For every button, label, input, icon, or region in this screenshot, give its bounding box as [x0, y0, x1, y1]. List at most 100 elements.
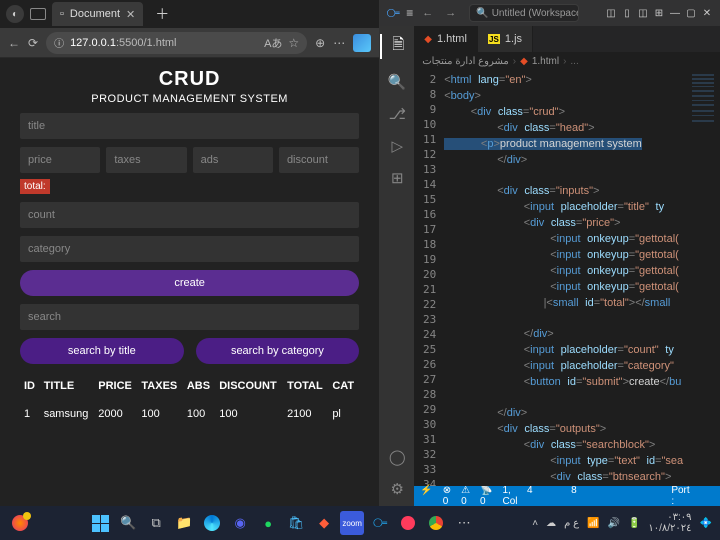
td: 100: [183, 398, 215, 430]
run-debug-icon[interactable]: ▷: [391, 137, 403, 155]
tab-js[interactable]: JS1.js: [478, 26, 533, 52]
remote-icon[interactable]: ⚡: [420, 485, 432, 507]
vscode-app-icon[interactable]: ⧃: [368, 511, 392, 535]
app-icon[interactable]: ◉: [228, 511, 252, 535]
source-control-icon[interactable]: ⎇: [389, 105, 406, 123]
tab-title: Document: [70, 8, 120, 20]
layout-bottom-icon[interactable]: ▯: [620, 6, 634, 20]
nav-back-icon[interactable]: ←: [419, 7, 436, 19]
taskbar-search-icon[interactable]: 🔍: [116, 511, 140, 535]
app-icon[interactable]: [396, 511, 420, 535]
app-icon[interactable]: ●: [256, 511, 280, 535]
th-cat: CAT: [328, 374, 359, 398]
tray-cloud-icon[interactable]: ☁: [546, 518, 556, 529]
js-icon: JS: [488, 34, 500, 44]
settings-icon[interactable]: ⚙: [391, 480, 404, 498]
start-button[interactable]: [88, 511, 112, 535]
td: samsung: [40, 398, 95, 430]
discount-input[interactable]: [279, 147, 359, 173]
price-input[interactable]: [20, 147, 100, 173]
status-errors[interactable]: ⊗ 0: [443, 485, 451, 507]
page-subtitle: PRODUCT MANAGEMENT SYSTEM: [20, 93, 359, 105]
td: pl: [328, 398, 359, 430]
nav-forward-icon[interactable]: →: [442, 7, 459, 19]
table-header-row: ID TITLE PRICE TAXES ABS DISCOUNT TOTAL …: [20, 374, 359, 398]
product-table: ID TITLE PRICE TAXES ABS DISCOUNT TOTAL …: [20, 374, 359, 430]
th-discount: DISCOUNT: [215, 374, 283, 398]
layout-right-icon[interactable]: ◫: [636, 6, 650, 20]
search-title-button[interactable]: search by title: [20, 338, 184, 364]
th-id: ID: [20, 374, 40, 398]
code-editor[interactable]: <html lang="en"> <body> <div class="crud…: [444, 70, 690, 486]
minimap[interactable]: [690, 70, 720, 486]
chrome-app-icon[interactable]: [424, 511, 448, 535]
browser-tab[interactable]: ▫ Document ✕: [52, 2, 143, 26]
line-gutter: 2891011121314151617181920212223242526272…: [414, 70, 444, 486]
status-warnings[interactable]: ⚠ 0: [461, 485, 470, 507]
count-input[interactable]: [20, 202, 359, 228]
td: 100: [215, 398, 283, 430]
menu-icon[interactable]: ⋯: [333, 36, 345, 50]
hamburger-icon[interactable]: ≡: [406, 6, 413, 20]
th-price: PRICE: [94, 374, 137, 398]
taxes-input[interactable]: [106, 147, 186, 173]
back-icon[interactable]: ←: [8, 36, 20, 50]
td: 100: [137, 398, 182, 430]
app-icon[interactable]: ◆: [312, 511, 336, 535]
maximize-icon[interactable]: ▢: [684, 6, 698, 20]
close-tab-icon[interactable]: ✕: [126, 8, 135, 21]
tray-clock[interactable]: ٠٣:٠٩١٠/٨/٢٠٢٤: [648, 512, 691, 534]
search-category-button[interactable]: search by category: [196, 338, 360, 364]
store-app-icon[interactable]: 🛍: [284, 511, 308, 535]
tray-volume-icon[interactable]: 🔊: [607, 518, 619, 529]
overflow-icon[interactable]: ⋯: [452, 511, 476, 535]
title-input[interactable]: [20, 113, 359, 139]
address-bar[interactable]: ⓘ 127.0.0.1:5500/1.html Aあ ☆: [46, 32, 307, 54]
th-taxes: TAXES: [137, 374, 182, 398]
reader-icon[interactable]: Aあ: [264, 35, 282, 51]
create-button[interactable]: create: [20, 270, 359, 296]
copilot-icon[interactable]: [353, 34, 371, 52]
close-icon[interactable]: ✕: [700, 6, 714, 20]
status-radio[interactable]: 📡 0: [480, 485, 492, 507]
tab-html[interactable]: ◆1.html: [414, 26, 478, 52]
explorer-app-icon[interactable]: 📁: [172, 511, 196, 535]
ads-input[interactable]: [193, 147, 273, 173]
tabs-icon[interactable]: [30, 8, 46, 20]
tray-chevron-icon[interactable]: ˄: [532, 518, 538, 529]
profile-icon[interactable]: ◐: [6, 5, 24, 23]
tray-battery-icon[interactable]: 🔋: [628, 518, 640, 529]
explorer-icon[interactable]: 🗎: [380, 34, 414, 59]
tray-wifi-icon[interactable]: 📶: [587, 518, 599, 529]
new-tab-button[interactable]: ＋: [149, 4, 175, 24]
category-input[interactable]: [20, 236, 359, 262]
command-center[interactable]: 🔍Untitled (Workspace: [469, 4, 579, 22]
page-content: CRUD PRODUCT MANAGEMENT SYSTEM total: cr…: [0, 58, 379, 506]
favorite-icon[interactable]: ☆: [288, 36, 299, 50]
td: 1: [20, 398, 40, 430]
html-icon: ◆: [424, 34, 432, 45]
page-title: CRUD: [20, 68, 359, 91]
search-icon[interactable]: 🔍: [388, 73, 407, 91]
site-info-icon[interactable]: ⓘ: [54, 35, 64, 50]
layout-left-icon[interactable]: ◫: [604, 6, 618, 20]
layout-grid-icon[interactable]: ⊞: [652, 6, 666, 20]
tray-lang[interactable]: ع م‎: [564, 518, 579, 529]
th-abs: ABS: [183, 374, 215, 398]
extensions-icon[interactable]: ⊞: [391, 169, 404, 187]
th-title: TITLE: [40, 374, 95, 398]
th-total: TOTAL: [283, 374, 328, 398]
task-view-icon[interactable]: ⧉: [144, 511, 168, 535]
td: 2000: [94, 398, 137, 430]
vscode-logo-icon: ⧃: [386, 6, 400, 20]
refresh-icon[interactable]: ⟳: [28, 36, 38, 50]
breadcrumb[interactable]: مشروع ادارة منتجات›◆1.html›...: [414, 52, 720, 70]
search-input[interactable]: [20, 304, 359, 330]
app-icon[interactable]: zoom: [340, 511, 364, 535]
copilot-side-icon[interactable]: [8, 515, 32, 531]
collections-icon[interactable]: ⊕: [315, 36, 325, 50]
edge-app-icon[interactable]: [200, 511, 224, 535]
tray-copilot-icon[interactable]: 💠: [700, 518, 712, 529]
account-icon[interactable]: ◯: [389, 448, 406, 466]
minimize-icon[interactable]: —: [668, 6, 682, 20]
